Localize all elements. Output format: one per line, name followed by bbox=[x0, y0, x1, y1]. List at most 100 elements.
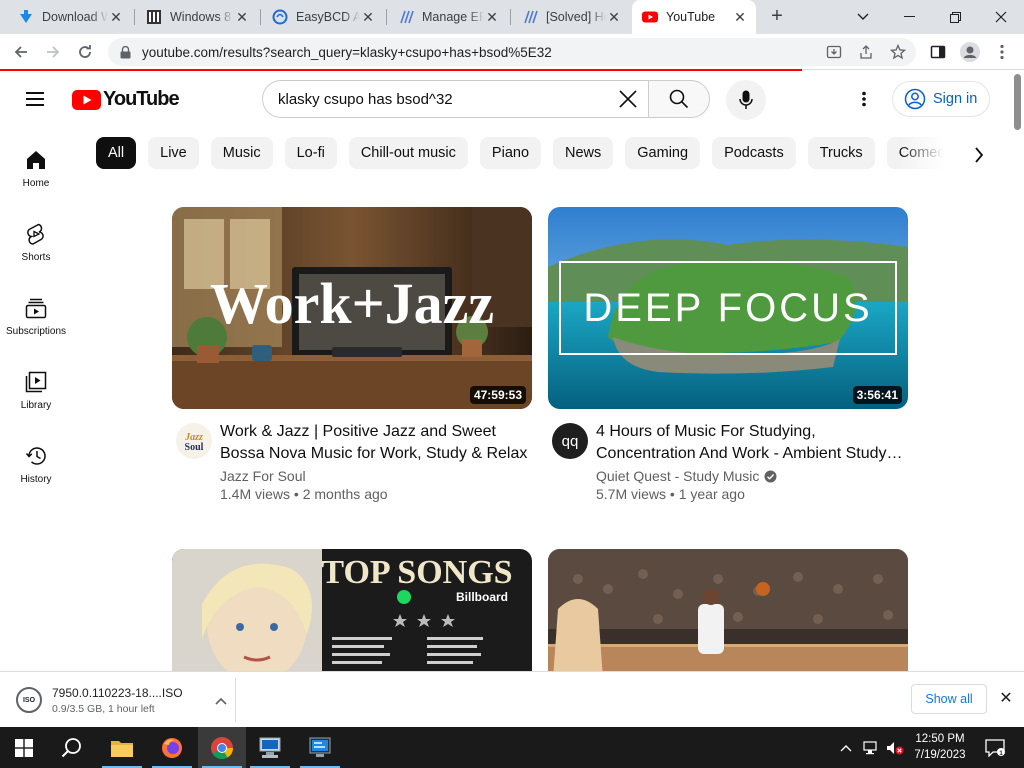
chip-scroll-right-button[interactable] bbox=[964, 140, 994, 170]
taskbar-app-monitor[interactable] bbox=[246, 727, 294, 768]
back-button[interactable] bbox=[8, 40, 34, 64]
url-text: youtube.com/results?search_query=klasky+… bbox=[142, 44, 552, 60]
search-query-text: klasky csupo has bsod^32 bbox=[278, 90, 453, 108]
browser-menu-icon[interactable] bbox=[990, 40, 1014, 64]
tab-solved[interactable]: [Solved] How to ✕ bbox=[512, 0, 630, 34]
share-icon[interactable] bbox=[854, 40, 878, 64]
reload-button[interactable] bbox=[72, 40, 98, 64]
chip-piano[interactable]: Piano bbox=[479, 137, 542, 169]
channel-avatar[interactable]: Jazz Soul bbox=[176, 423, 212, 459]
guide-home[interactable]: Home bbox=[0, 136, 72, 198]
chevron-up-icon[interactable] bbox=[212, 692, 230, 710]
chip-trucks[interactable]: Trucks bbox=[807, 137, 875, 169]
video-card[interactable] bbox=[548, 549, 908, 671]
profile-avatar-icon[interactable] bbox=[958, 40, 982, 64]
channel-name[interactable]: Quiet Quest - Study Music bbox=[596, 468, 908, 484]
video-title[interactable]: 4 Hours of Music For Studying, Concentra… bbox=[596, 421, 908, 465]
video-thumbnail[interactable]: TOP SONGS Billboard bbox=[172, 549, 532, 671]
video-thumbnail[interactable]: Work+Jazz 47:59:53 bbox=[172, 207, 532, 409]
tab-download-windows[interactable]: Download Windows ✕ bbox=[8, 0, 132, 34]
account-circle-icon bbox=[904, 88, 926, 110]
video-card[interactable]: Work+Jazz 47:59:53 Jazz Soul Work & Jazz… bbox=[172, 207, 532, 502]
video-title[interactable]: Work & Jazz | Positive Jazz and Sweet Bo… bbox=[220, 421, 532, 465]
close-tab-icon[interactable]: ✕ bbox=[108, 9, 124, 25]
settings-more-icon[interactable] bbox=[852, 87, 876, 111]
download-status: 0.9/3.5 GB, 1 hour left bbox=[52, 702, 155, 715]
forward-arrow-icon bbox=[47, 46, 60, 58]
top-songs-thumbnail-image: TOP SONGS Billboard bbox=[172, 549, 532, 671]
video-card[interactable]: TOP SONGS Billboard bbox=[172, 549, 532, 671]
chip-news[interactable]: News bbox=[553, 137, 614, 169]
channel-avatar[interactable]: qq bbox=[552, 423, 588, 459]
voice-search-button[interactable] bbox=[726, 80, 766, 120]
search-input[interactable]: klasky csupo has bsod^32 bbox=[262, 80, 648, 118]
close-window-icon[interactable] bbox=[978, 0, 1024, 34]
youtube-logo[interactable]: YouTube bbox=[72, 88, 180, 111]
guide-menu-icon[interactable] bbox=[22, 87, 48, 111]
chrome-icon bbox=[211, 736, 233, 759]
forward-button[interactable] bbox=[40, 40, 66, 64]
guide-history[interactable]: History bbox=[0, 432, 72, 494]
guide-shorts[interactable]: Shorts bbox=[0, 210, 72, 272]
close-tab-icon[interactable]: ✕ bbox=[606, 9, 622, 25]
video-thumbnail[interactable] bbox=[548, 549, 908, 671]
address-bar[interactable]: youtube.com/results?search_query=klasky+… bbox=[108, 38, 916, 66]
library-icon bbox=[24, 370, 48, 394]
guide-label: Home bbox=[22, 178, 50, 189]
close-tab-icon[interactable]: ✕ bbox=[360, 9, 376, 25]
tab-easybcd[interactable]: EasyBCD Alternatives ✕ bbox=[262, 0, 384, 34]
manage-favicon-icon bbox=[398, 9, 414, 25]
tab-search-chevron-icon[interactable] bbox=[840, 0, 886, 34]
show-hidden-icons-chevron-icon[interactable] bbox=[836, 727, 856, 768]
network-icon[interactable] bbox=[860, 727, 882, 768]
close-download-shelf-icon[interactable]: ✕ bbox=[996, 688, 1016, 708]
guide-label: History bbox=[20, 474, 52, 485]
chip-chill-out-music[interactable]: Chill-out music bbox=[348, 137, 468, 169]
chip-podcasts[interactable]: Podcasts bbox=[712, 137, 796, 169]
page-scrollbar-thumb[interactable] bbox=[1014, 74, 1021, 130]
download-item[interactable]: ISO 7950.0.110223-18....ISO 0.9/3.5 GB, … bbox=[8, 678, 236, 722]
tab-windows-8[interactable]: Windows 8 Beta Build ✕ bbox=[136, 0, 258, 34]
action-center-icon[interactable]: 1 bbox=[978, 727, 1012, 768]
taskbar-app-remote[interactable] bbox=[296, 727, 344, 768]
taskbar-file-explorer[interactable] bbox=[98, 727, 146, 768]
start-button[interactable] bbox=[0, 727, 48, 768]
taskbar-chrome[interactable] bbox=[198, 727, 246, 768]
chip-lo-fi[interactable]: Lo-fi bbox=[284, 137, 337, 169]
taskbar-search-button[interactable] bbox=[48, 727, 96, 768]
close-tab-icon[interactable]: ✕ bbox=[234, 9, 250, 25]
channel-name[interactable]: Jazz For Soul bbox=[220, 468, 532, 484]
sign-in-button[interactable]: Sign in bbox=[892, 81, 990, 117]
volume-muted-icon[interactable] bbox=[884, 727, 906, 768]
chip-music[interactable]: Music bbox=[210, 137, 273, 169]
show-all-downloads-button[interactable]: Show all bbox=[911, 684, 987, 714]
chip-gaming[interactable]: Gaming bbox=[625, 137, 701, 169]
install-app-icon[interactable] bbox=[822, 40, 846, 64]
minimize-window-icon[interactable] bbox=[886, 0, 932, 34]
tab-manage-efi[interactable]: Manage EFI Boot ✕ bbox=[388, 0, 508, 34]
jazz-for-soul-avatar-image: Jazz Soul bbox=[176, 423, 212, 459]
download-filename: 7950.0.110223-18....ISO bbox=[52, 685, 183, 700]
side-panel-icon[interactable] bbox=[926, 40, 950, 64]
guide-library[interactable]: Library bbox=[0, 358, 72, 420]
tab-youtube[interactable]: YouTube ✕ bbox=[632, 0, 756, 34]
view-count: 5.7M views bbox=[596, 486, 667, 502]
video-card[interactable]: DEEP FOCUS 3:56:41 qq 4 Hours of Music F… bbox=[548, 207, 908, 502]
bookmark-star-icon[interactable] bbox=[886, 40, 910, 64]
search-button[interactable] bbox=[648, 80, 710, 118]
video-thumbnail[interactable]: DEEP FOCUS 3:56:41 bbox=[548, 207, 908, 409]
download-shelf: ISO 7950.0.110223-18....ISO 0.9/3.5 GB, … bbox=[0, 671, 1024, 727]
thumbnail-title-text: DEEP FOCUS bbox=[583, 286, 872, 330]
lock-icon[interactable] bbox=[120, 45, 134, 59]
new-tab-button[interactable]: + bbox=[766, 6, 788, 28]
close-tab-icon[interactable]: ✕ bbox=[732, 9, 748, 25]
chip-live[interactable]: Live bbox=[148, 137, 199, 169]
chip-all[interactable]: All bbox=[96, 137, 137, 169]
system-clock[interactable]: 12:50 PM 7/19/2023 bbox=[908, 731, 972, 763]
guide-subscriptions[interactable]: Subscriptions bbox=[0, 284, 72, 346]
close-tab-icon[interactable]: ✕ bbox=[484, 9, 500, 25]
page-scrollbar-track[interactable] bbox=[1012, 71, 1024, 671]
restore-window-icon[interactable] bbox=[932, 0, 978, 34]
taskbar-firefox[interactable] bbox=[148, 727, 196, 768]
clear-search-icon[interactable] bbox=[610, 81, 646, 117]
